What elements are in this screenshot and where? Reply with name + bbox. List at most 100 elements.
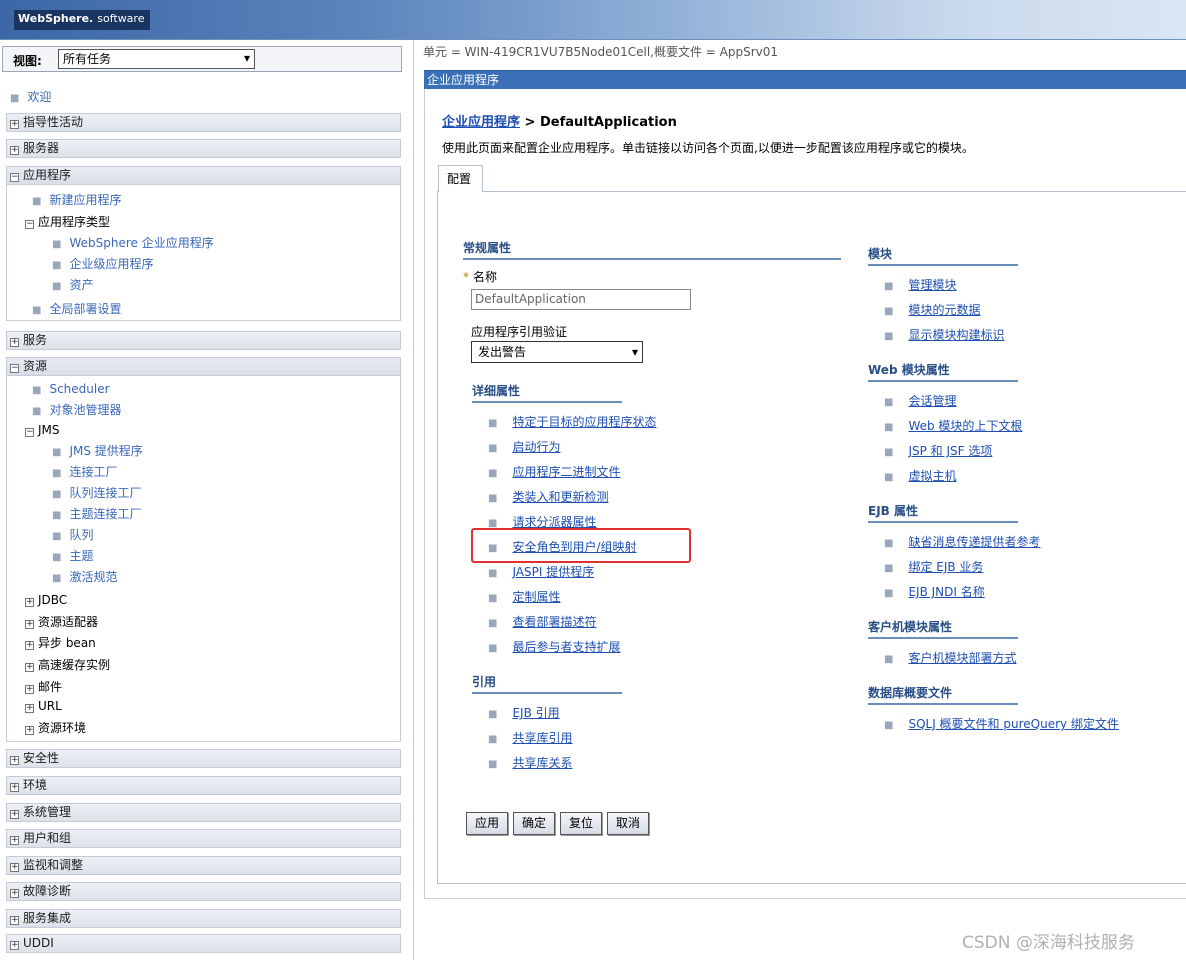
nav-category-troubleshooting[interactable]: + 故障诊断 <box>6 882 401 901</box>
reset-button[interactable]: 复位 <box>560 812 602 835</box>
nav-item-topic-conn-factories[interactable]: ■ 主题连接工厂 <box>52 505 141 523</box>
nav-category-resources[interactable]: − 资源 <box>6 357 401 376</box>
web-module-link-text[interactable]: 会话管理 <box>908 394 956 408</box>
nav-category-system-admin[interactable]: + 系统管理 <box>6 803 401 822</box>
web-module-link[interactable]: ■ Web 模块的上下文根 <box>884 417 1022 434</box>
reference-link-text[interactable]: 共享库关系 <box>512 756 572 770</box>
view-select[interactable]: 所有任务 ▾ <box>58 49 255 69</box>
nav-category-environment[interactable]: + 环境 <box>6 776 401 795</box>
reference-link-text[interactable]: 共享库引用 <box>512 731 572 745</box>
collapse-icon: − <box>10 363 19 373</box>
tab-configuration[interactable]: 配置 <box>438 165 483 192</box>
detail-link-text[interactable]: JASPI 提供程序 <box>512 565 594 579</box>
nav-item-adapters[interactable]: + 资源适配器 <box>25 613 98 631</box>
nav-item-jms-providers[interactable]: ■ JMS 提供程序 <box>52 442 143 460</box>
nav-item-pool-manager[interactable]: ■ 对象池管理器 <box>32 401 121 419</box>
ejb-link-text[interactable]: EJB JNDI 名称 <box>908 585 984 599</box>
detail-link[interactable]: ■ 特定于目标的应用程序状态 <box>488 413 656 430</box>
web-module-link[interactable]: ■ 虚拟主机 <box>884 467 956 484</box>
web-module-link[interactable]: ■ JSP 和 JSF 选项 <box>884 442 992 459</box>
nav-item-websphere-apps[interactable]: ■ WebSphere 企业应用程序 <box>52 234 214 252</box>
auth-select[interactable]: 发出警告 ▾ <box>471 341 643 363</box>
nav-item-mail[interactable]: + 邮件 <box>25 678 62 696</box>
web-module-link[interactable]: ■ 会话管理 <box>884 392 956 409</box>
modules-link-text[interactable]: 模块的元数据 <box>908 303 980 317</box>
detail-link[interactable]: ■ 最后参与者支持扩展 <box>488 638 620 655</box>
nav-category-monitoring[interactable]: + 监视和调整 <box>6 856 401 875</box>
nav-item-app-types[interactable]: − 应用程序类型 <box>25 213 110 231</box>
client-module-link-text[interactable]: 客户机模块部署方式 <box>908 651 1016 665</box>
web-module-link-text[interactable]: JSP 和 JSF 选项 <box>908 444 992 458</box>
apply-button[interactable]: 应用 <box>466 812 508 835</box>
nav-item-async-beans[interactable]: + 异步 bean <box>25 634 96 652</box>
ejb-link[interactable]: ■ 绑定 EJB 业务 <box>884 558 983 575</box>
detail-link[interactable]: ■ 类装入和更新检测 <box>488 488 608 505</box>
client-module-link[interactable]: ■ 客户机模块部署方式 <box>884 649 1016 666</box>
nav-item-jms[interactable]: − JMS <box>25 421 60 439</box>
detail-link-text[interactable]: 启动行为 <box>512 440 560 454</box>
name-label-text: 名称 <box>473 270 498 284</box>
expand-icon: + <box>10 337 19 347</box>
reference-link[interactable]: ■ 共享库引用 <box>488 729 572 746</box>
ejb-link-text[interactable]: 绑定 EJB 业务 <box>908 560 983 574</box>
nav-item-cache[interactable]: + 高速缓存实例 <box>25 656 110 674</box>
detail-link-text[interactable]: 最后参与者支持扩展 <box>512 640 620 654</box>
detail-link-text[interactable]: 应用程序二进制文件 <box>512 465 620 479</box>
nav-item-welcome[interactable]: ■ 欢迎 <box>10 88 51 106</box>
nav-item-jdbc[interactable]: + JDBC <box>25 591 67 609</box>
web-module-link-text[interactable]: Web 模块的上下文根 <box>908 419 1022 433</box>
nav-category-service-integration[interactable]: + 服务集成 <box>6 909 401 928</box>
detail-link[interactable]: ■ JASPI 提供程序 <box>488 563 594 580</box>
breadcrumb-link[interactable]: 企业应用程序 <box>442 115 520 130</box>
nav-category-users-groups[interactable]: + 用户和组 <box>6 829 401 848</box>
detail-link[interactable]: ■ 应用程序二进制文件 <box>488 463 620 480</box>
detail-link-text[interactable]: 查看部署描述符 <box>512 615 596 629</box>
nav-category-security[interactable]: + 安全性 <box>6 749 401 768</box>
modules-link-text[interactable]: 显示模块构建标识 <box>908 328 1004 342</box>
nav-item-global-deploy[interactable]: ■ 全局部署设置 <box>32 300 121 318</box>
detail-link-text[interactable]: 特定于目标的应用程序状态 <box>512 415 656 429</box>
nav-item-activation-specs[interactable]: ■ 激活规范 <box>52 568 117 586</box>
nav-item-new-app[interactable]: ■ 新建应用程序 <box>32 191 121 209</box>
detail-link-text[interactable]: 类装入和更新检测 <box>512 490 608 504</box>
web-module-link-text[interactable]: 虚拟主机 <box>908 469 956 483</box>
modules-link[interactable]: ■ 管理模块 <box>884 276 956 293</box>
modules-link[interactable]: ■ 显示模块构建标识 <box>884 326 1004 343</box>
reference-link[interactable]: ■ 共享库关系 <box>488 754 572 771</box>
db-profile-link-text[interactable]: SQLJ 概要文件和 pureQuery 绑定文件 <box>908 717 1118 731</box>
modules-link[interactable]: ■ 模块的元数据 <box>884 301 980 318</box>
nav-item-queues[interactable]: ■ 队列 <box>52 526 93 544</box>
nav-item-queue-conn-factories[interactable]: ■ 队列连接工厂 <box>52 484 141 502</box>
nav-category-uddi[interactable]: + UDDI <box>6 934 401 953</box>
reference-link[interactable]: ■ EJB 引用 <box>488 704 560 721</box>
expand-icon: + <box>25 640 34 650</box>
nav-item-conn-factories[interactable]: ■ 连接工厂 <box>52 463 117 481</box>
detail-link-text[interactable]: 请求分派器属性 <box>512 515 596 529</box>
ejb-link[interactable]: ■ 缺省消息传递提供者参考 <box>884 533 1040 550</box>
expand-icon: + <box>10 755 19 765</box>
name-input[interactable]: DefaultApplication <box>471 289 691 310</box>
nav-item-scheduler[interactable]: ■ Scheduler <box>32 380 110 398</box>
db-profile-link[interactable]: ■ SQLJ 概要文件和 pureQuery 绑定文件 <box>884 715 1119 732</box>
bullet-icon: ■ <box>10 93 20 104</box>
ejb-link[interactable]: ■ EJB JNDI 名称 <box>884 583 985 600</box>
nav-item-assets[interactable]: ■ 资产 <box>52 276 93 294</box>
nav-category-guided[interactable]: + 指导性活动 <box>6 113 401 132</box>
nav-item-label: 高速缓存实例 <box>38 658 111 672</box>
detail-link-text[interactable]: 定制属性 <box>512 590 560 604</box>
modules-link-text[interactable]: 管理模块 <box>908 278 956 292</box>
ok-button[interactable]: 确定 <box>513 812 555 835</box>
nav-item-business-apps[interactable]: ■ 企业级应用程序 <box>52 255 153 273</box>
reference-link-text[interactable]: EJB 引用 <box>512 706 559 720</box>
nav-item-url[interactable]: + URL <box>25 697 62 715</box>
nav-category-services[interactable]: + 服务 <box>6 331 401 350</box>
nav-item-res-env[interactable]: + 资源环境 <box>25 719 86 737</box>
ejb-link-text[interactable]: 缺省消息传递提供者参考 <box>908 535 1040 549</box>
detail-link[interactable]: ■ 查看部署描述符 <box>488 613 596 630</box>
cancel-button[interactable]: 取消 <box>607 812 649 835</box>
nav-category-applications[interactable]: − 应用程序 <box>6 166 401 185</box>
nav-category-servers[interactable]: + 服务器 <box>6 139 401 158</box>
detail-link[interactable]: ■ 定制属性 <box>488 588 560 605</box>
nav-item-topics[interactable]: ■ 主题 <box>52 547 93 565</box>
detail-link[interactable]: ■ 启动行为 <box>488 438 560 455</box>
